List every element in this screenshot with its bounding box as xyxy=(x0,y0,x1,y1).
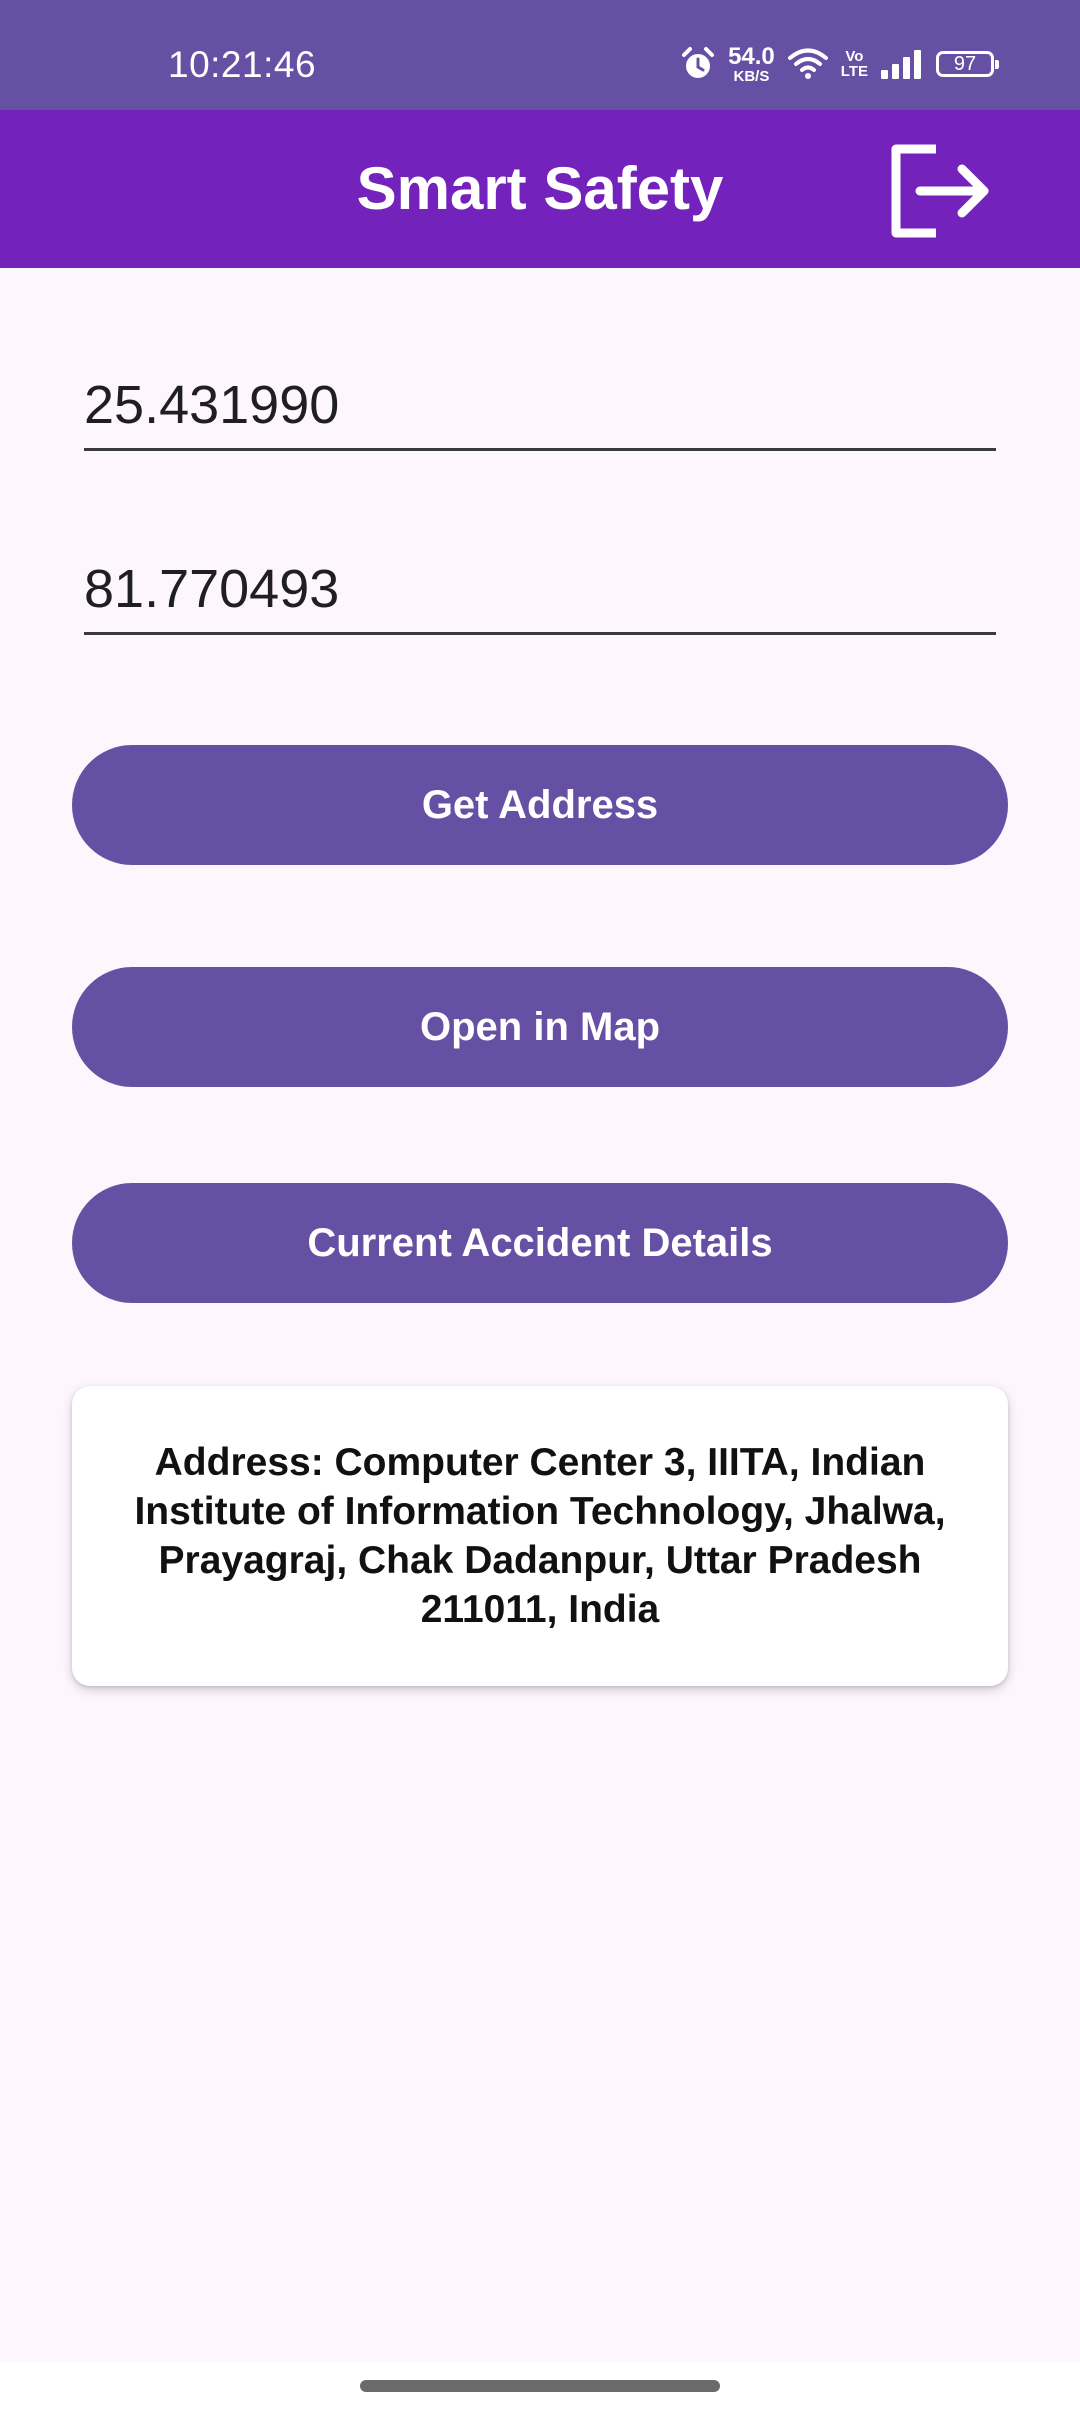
status-icons: 54.0 KB/S Vo LTE 97 xyxy=(680,42,999,85)
open-in-map-button[interactable]: Open in Map xyxy=(72,967,1008,1087)
address-text: Address: Computer Center 3, IIITA, India… xyxy=(134,1441,946,1631)
status-bar: 10:21:46 54.0 KB/S Vo LTE 97 xyxy=(0,0,1080,110)
latitude-input[interactable] xyxy=(84,374,996,448)
get-address-button[interactable]: Get Address xyxy=(72,745,1008,865)
current-accident-details-button[interactable]: Current Accident Details xyxy=(72,1183,1008,1303)
latitude-field-container xyxy=(84,374,996,451)
alarm-icon xyxy=(680,46,716,82)
longitude-field-container xyxy=(84,558,996,635)
wifi-icon xyxy=(787,47,829,81)
battery-icon: 97 xyxy=(936,51,999,77)
app-bar: Smart Safety xyxy=(0,110,1080,268)
network-speed-unit: KB/S xyxy=(733,67,770,85)
longitude-input[interactable] xyxy=(84,558,996,632)
address-card: Address: Computer Center 3, IIITA, India… xyxy=(72,1386,1008,1686)
logout-icon xyxy=(888,143,992,244)
status-time: 10:21:46 xyxy=(168,44,317,85)
logout-button[interactable] xyxy=(880,138,1000,248)
network-speed-value: 54.0 xyxy=(728,42,775,70)
volte-top: Vo xyxy=(845,48,864,65)
volte-indicator: Vo LTE xyxy=(841,49,868,79)
volte-bottom: LTE xyxy=(840,63,868,80)
signal-icon xyxy=(880,49,924,79)
network-speed: 54.0 KB/S xyxy=(728,42,775,85)
navigation-bar xyxy=(0,2362,1080,2412)
home-indicator[interactable] xyxy=(360,2380,720,2392)
battery-level: 97 xyxy=(953,52,977,75)
